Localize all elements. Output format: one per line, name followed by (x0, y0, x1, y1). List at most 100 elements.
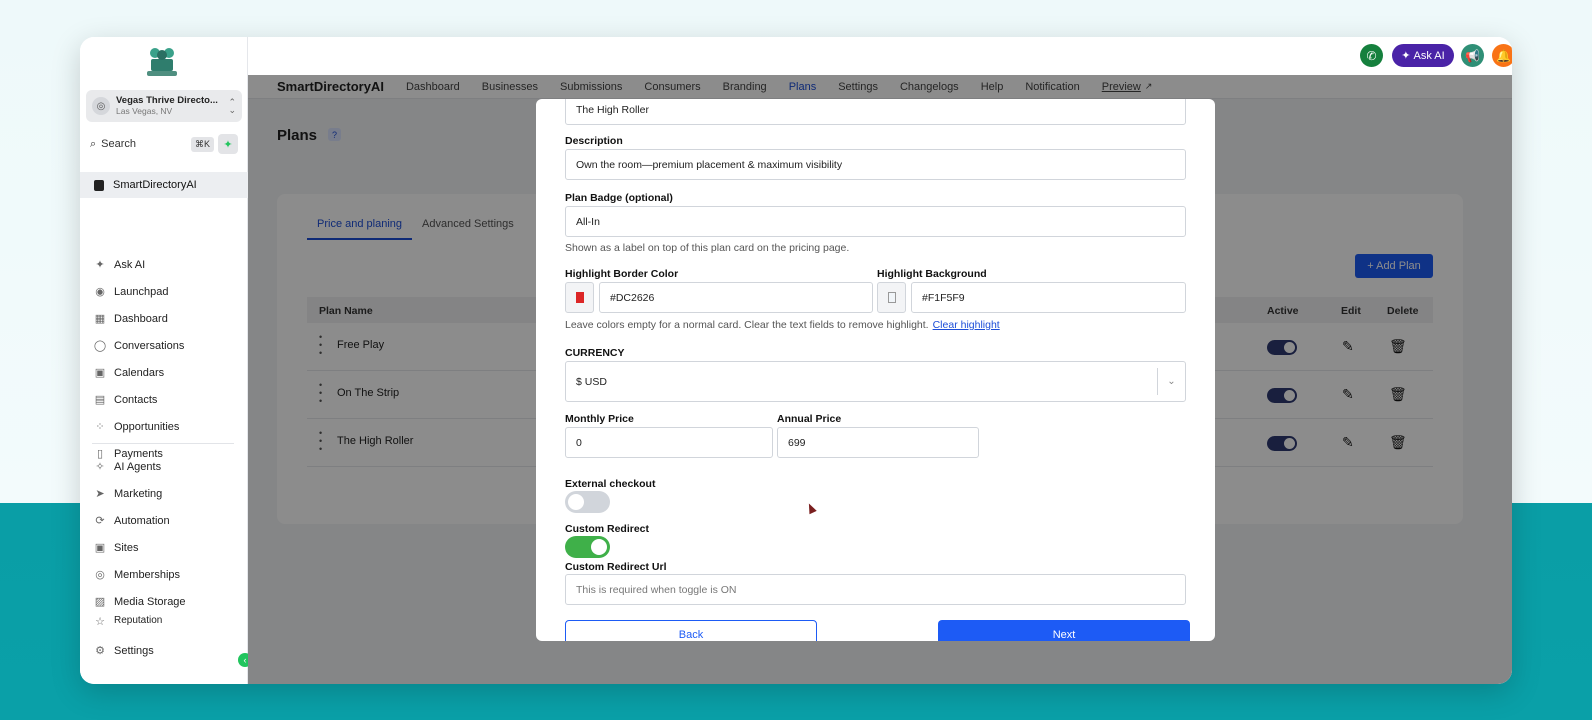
rocket-icon: ◉ (95, 286, 105, 298)
contacts-icon: ▤ (94, 394, 106, 406)
grid-icon: ▦ (94, 313, 106, 325)
monthly-price-label: Monthly Price (565, 413, 634, 425)
sidebar-item-settings[interactable]: ⚙ Settings (80, 637, 248, 664)
external-checkout-label: External checkout (565, 478, 656, 490)
automation-icon: ⟳ (95, 515, 105, 527)
logo-icon (147, 48, 177, 76)
badge-help: Shown as a label on top of this plan car… (565, 242, 850, 254)
plan-modal: The High Roller Description Own the room… (536, 99, 1215, 641)
next-button[interactable]: Next (938, 620, 1190, 641)
sidebar-item-label: SmartDirectoryAI (113, 179, 197, 191)
location-switcher[interactable]: ◎ Vegas Thrive Directo... Las Vegas, NV … (86, 90, 242, 122)
sidebar-settings: ⚙ Settings (80, 637, 248, 664)
sparkle-icon: ✦ (1401, 50, 1411, 62)
book-icon (94, 179, 104, 191)
sidebar-item-label: Reputation (114, 615, 163, 626)
sidebar-item-label: Media Storage (114, 595, 186, 608)
sidebar-divider (92, 443, 234, 444)
sidebar-item-label: Calendars (114, 366, 165, 379)
sidebar-nav-secondary: ✧ AI Agents ➤ Marketing ⟳ Automation ▣ Sites… (80, 453, 248, 629)
background-color-input[interactable]: #F1F5F9 (911, 282, 1186, 313)
sidebar-item-contacts[interactable]: ▤ Contacts (80, 386, 248, 413)
sidebar-item-marketing[interactable]: ➤ Marketing (80, 480, 248, 507)
border-color-input[interactable]: #DC2626 (599, 282, 873, 313)
back-button[interactable]: Back (565, 620, 817, 641)
star-icon: ☆ (95, 616, 105, 628)
monthly-price-input[interactable]: 0 (565, 427, 773, 458)
ask-ai-button[interactable]: ✦ Ask AI (1392, 44, 1454, 67)
sidebar-item-label: Sites (114, 541, 139, 554)
redirect-url-input[interactable]: This is required when toggle is ON (565, 574, 1186, 605)
sparkle-icon: ✦ (95, 259, 105, 271)
sidebar: ◎ Vegas Thrive Directo... Las Vegas, NV … (80, 37, 248, 684)
chat-icon: ◯ (93, 340, 107, 352)
border-color-label: Highlight Border Color (565, 268, 679, 280)
bell-icon[interactable]: 🔔 (1492, 44, 1512, 67)
send-icon: ➤ (95, 488, 105, 500)
description-input[interactable]: Own the room—premium placement & maximum… (565, 149, 1186, 180)
plan-name-input[interactable]: The High Roller (565, 99, 1186, 125)
sidebar-item-calendars[interactable]: ▣ Calendars (80, 359, 248, 386)
sidebar-item-label: Ask AI (114, 258, 146, 271)
app-window: ◎ Vegas Thrive Directo... Las Vegas, NV … (80, 37, 1512, 684)
sidebar-item-conversations[interactable]: ◯ Conversations (80, 332, 248, 359)
clear-highlight-link[interactable]: Clear highlight (933, 319, 1000, 331)
colors-help: Leave colors empty for a normal card. Cl… (565, 319, 1000, 331)
sidebar-item-label: Marketing (114, 487, 163, 500)
badge-label: Plan Badge (optional) (565, 192, 673, 204)
currency-label: CURRENCY (565, 347, 625, 359)
external-checkout-toggle[interactable] (565, 491, 610, 513)
ai-agents-icon: ✧ (95, 461, 105, 473)
calendar-icon: ▣ (94, 367, 106, 379)
phone-icon[interactable]: ✆ (1360, 44, 1383, 67)
chevron-down-icon: ⌄ (1157, 368, 1185, 395)
quick-action-icon[interactable]: ✦ (218, 134, 238, 154)
sidebar-item-sites[interactable]: ▣ Sites (80, 534, 248, 561)
sidebar-item-label: Automation (114, 514, 170, 527)
sidebar-item-opportunities[interactable]: ⁘ Opportunities (80, 413, 248, 440)
sidebar-item-label: Launchpad (114, 285, 169, 298)
sidebar-item-launchpad[interactable]: ◉ Launchpad (80, 278, 248, 305)
currency-value: $ USD (576, 375, 607, 388)
annual-price-label: Annual Price (777, 413, 842, 425)
chevron-updown-icon: ⌃ ⌄ (228, 97, 236, 115)
sidebar-item-label: Opportunities (114, 420, 180, 433)
topbar: ✆ ✦Ask AI 📢 🔔 ? TG (248, 37, 1512, 75)
gear-icon: ⚙ (95, 645, 105, 657)
sidebar-item-ai-agents[interactable]: ✧ AI Agents (80, 453, 248, 480)
sidebar-item-media-storage[interactable]: ▨ Media Storage (80, 588, 248, 615)
search-label: Search (101, 138, 137, 150)
sidebar-search[interactable]: ⌕ Search ⌘K ✦ (86, 133, 242, 155)
megaphone-icon[interactable]: 📢 (1461, 44, 1484, 67)
location-sub: Las Vegas, NV (116, 106, 173, 116)
sidebar-item-label: Memberships (114, 568, 181, 581)
sidebar-item-automation[interactable]: ⟳ Automation (80, 507, 248, 534)
description-label: Description (565, 135, 623, 147)
sidebar-item-label: Conversations (114, 339, 185, 352)
opportunities-icon: ⁘ (95, 421, 105, 433)
border-color-swatch[interactable] (565, 282, 594, 313)
badge-icon: ◎ (95, 569, 105, 581)
annual-price-input[interactable]: 699 (777, 427, 979, 458)
sidebar-item-reputation[interactable]: ☆ Reputation (80, 615, 248, 629)
badge-input[interactable]: All-In (565, 206, 1186, 237)
search-shortcut: ⌘K (190, 136, 214, 152)
sidebar-item-label: Settings (114, 644, 154, 657)
background-color-swatch[interactable] (877, 282, 906, 313)
sidebar-item-label: AI Agents (114, 460, 162, 473)
sidebar-item-smartdirectoryai[interactable]: SmartDirectoryAI (80, 172, 248, 198)
sidebar-item-memberships[interactable]: ◎ Memberships (80, 561, 248, 588)
search-icon: ⌕ (90, 137, 97, 150)
sidebar-item-ask-ai[interactable]: ✦ Ask AI (80, 251, 248, 278)
location-name: Vegas Thrive Directo... (116, 95, 218, 106)
sidebar-item-label: Contacts (114, 393, 158, 406)
location-icon: ◎ (92, 97, 110, 115)
ask-ai-label: Ask AI (1413, 49, 1445, 62)
sites-icon: ▣ (94, 542, 106, 554)
image-icon: ▨ (94, 596, 106, 608)
currency-select[interactable]: $ USD ⌄ (565, 361, 1186, 402)
custom-redirect-label: Custom Redirect (565, 523, 650, 535)
sidebar-item-label: Dashboard (114, 312, 168, 325)
custom-redirect-toggle[interactable] (565, 536, 610, 558)
sidebar-item-dashboard[interactable]: ▦ Dashboard (80, 305, 248, 332)
